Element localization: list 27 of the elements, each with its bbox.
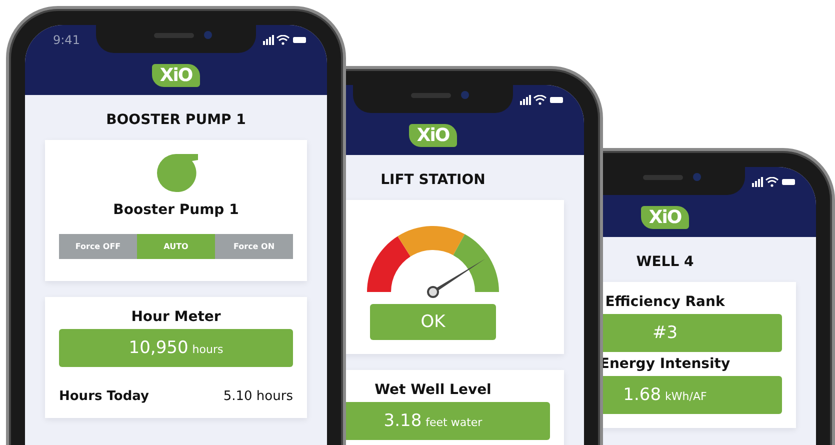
speaker-icon: [411, 93, 451, 98]
metric-title: Efficiency Rank: [605, 294, 725, 310]
logo: XiO: [640, 206, 690, 229]
row-value: 5.10 hours: [223, 389, 293, 404]
status-icons: [263, 35, 307, 45]
page-title: BOOSTER PUMP 1: [105, 112, 247, 128]
pump-name: Booster Pump 1: [113, 202, 239, 218]
mode-tab[interactable]: Force OFF: [59, 234, 137, 259]
metric-value: 10,950 hours: [59, 329, 293, 367]
row-label: Hours Today: [59, 389, 149, 404]
status-button[interactable]: OK: [370, 304, 496, 340]
status-icons: [752, 177, 796, 187]
page-title: WELL 4: [635, 254, 695, 270]
status-time: 9:41: [53, 33, 80, 47]
status-icons: [520, 95, 564, 105]
camera-icon: [204, 31, 212, 39]
logo: XiO: [408, 124, 458, 147]
camera-icon: [693, 173, 701, 181]
mode-tab[interactable]: Force ON: [215, 234, 293, 259]
mode-tab[interactable]: AUTO: [137, 234, 215, 259]
metric-title: Wet Well Level: [374, 382, 492, 398]
speaker-icon: [154, 33, 194, 38]
camera-icon: [461, 91, 469, 99]
page-title: LIFT STATION: [380, 172, 486, 188]
logo: XiO: [152, 64, 200, 87]
metric-title: Hour Meter: [131, 309, 221, 325]
speaker-icon: [643, 175, 683, 180]
